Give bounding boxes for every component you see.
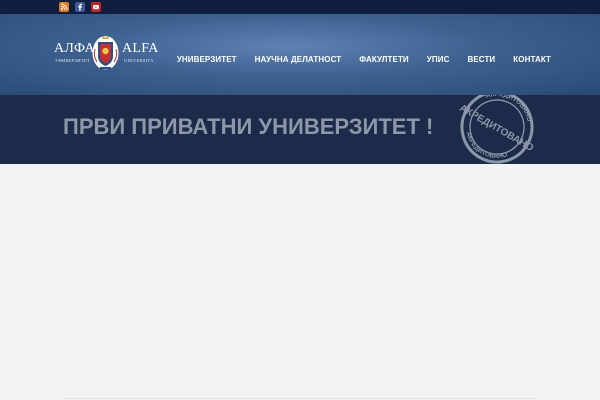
nav-item-enrollment[interactable]: УПИС xyxy=(427,55,450,64)
main-nav: УНИВЕРЗИТЕТ НАУЧНА ДЕЛАТНОСТ ФАКУЛТЕТИ У… xyxy=(177,55,551,64)
logo-sub-cyrillic: УНИВЕРЗИТЕТ xyxy=(55,58,91,63)
accredited-stamp: АКРЕДИТОВАНО АКРЕДИТОВАНО АКРЕДИТОВАНО xyxy=(457,95,539,164)
site-header: АЛФА УНИВЕРЗИТЕТ ALFA UNIVERSITY УНИВЕРЗ… xyxy=(0,14,600,95)
rss-icon[interactable] xyxy=(59,2,69,12)
logo-sub-latin: UNIVERSITY xyxy=(124,58,154,63)
hero-banner: ПРВИ ПРИВАТНИ УНИВЕРЗИТЕТ ! АКРЕДИТОВАНО… xyxy=(0,95,600,164)
nav-item-news[interactable]: ВЕСТИ xyxy=(467,55,495,64)
facebook-icon[interactable] xyxy=(75,2,85,12)
social-links xyxy=(59,2,101,12)
top-bar xyxy=(0,0,600,14)
crest-icon xyxy=(92,36,119,70)
banner-title: ПРВИ ПРИВАТНИ УНИВЕРЗИТЕТ ! xyxy=(63,114,434,139)
nav-item-faculties[interactable]: ФАКУЛТЕТИ xyxy=(359,55,409,64)
university-logo[interactable]: АЛФА УНИВЕРЗИТЕТ ALFA UNIVERSITY xyxy=(54,32,158,76)
youtube-icon[interactable] xyxy=(91,2,101,12)
content-divider xyxy=(64,398,536,399)
nav-item-contact[interactable]: КОНТАКТ xyxy=(513,55,551,64)
nav-item-research[interactable]: НАУЧНА ДЕЛАТНОСТ xyxy=(255,55,342,64)
main-content xyxy=(0,164,600,400)
logo-name-latin: ALFA xyxy=(122,41,159,56)
nav-item-university[interactable]: УНИВЕРЗИТЕТ xyxy=(177,55,237,64)
